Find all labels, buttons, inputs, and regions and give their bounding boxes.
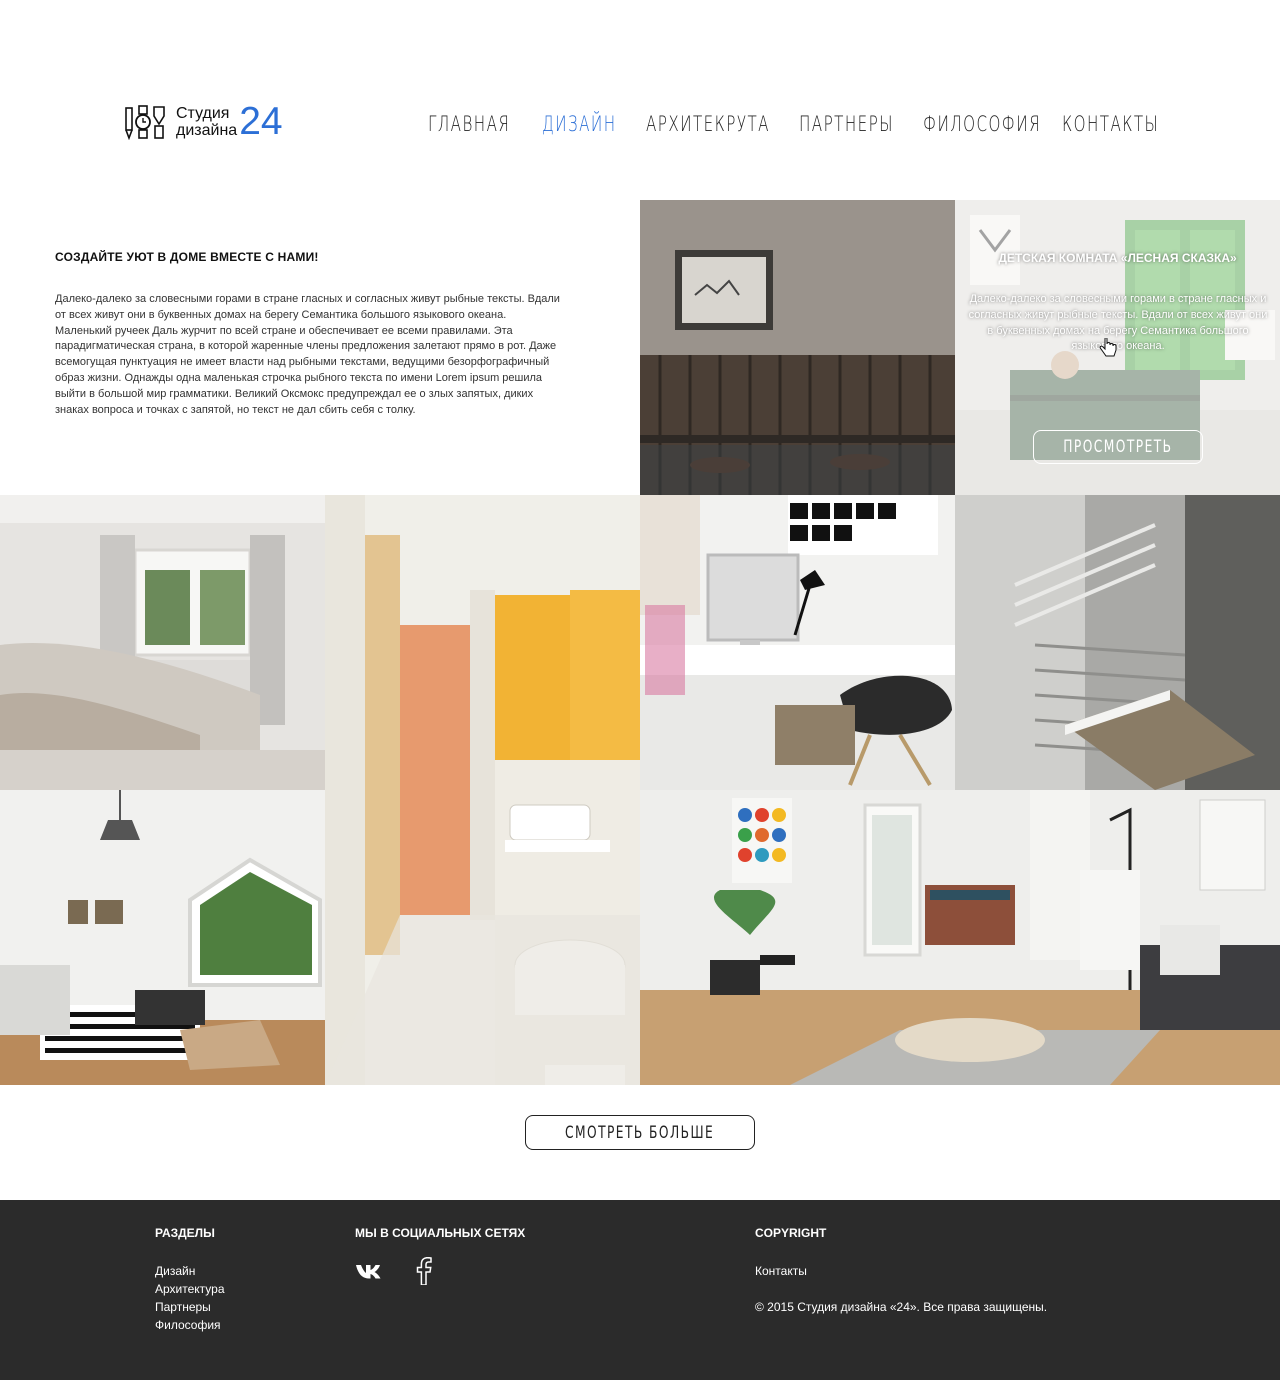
view-project-button-label: Просмотреть xyxy=(1063,437,1173,457)
photo-stairs[interactable] xyxy=(955,495,1280,790)
photo-living-room[interactable] xyxy=(0,790,325,1085)
nav-item-architecture[interactable]: Архитекрута xyxy=(646,112,770,136)
footer-social-title: МЫ В СОЦИАЛЬНЫХ СЕТЯХ xyxy=(355,1226,526,1240)
show-more-button[interactable]: Смотреть больше xyxy=(525,1115,755,1150)
main-nav: Главная Дизайн Архитекрута Партнеры Фило… xyxy=(0,112,1280,142)
footer-link-partners[interactable]: Партнеры xyxy=(155,1300,211,1314)
photo-scandi-living-room[interactable] xyxy=(640,790,1280,1085)
site-footer: РАЗДЕЛЫ Дизайн Архитектура Партнеры Фило… xyxy=(0,1200,1280,1380)
nav-item-partners[interactable]: Партнеры xyxy=(799,112,894,136)
intro-text: Далеко-далеко за словесными горами в стр… xyxy=(55,293,560,416)
view-project-button[interactable]: Просмотреть xyxy=(1033,430,1203,464)
show-more-button-label: Смотреть больше xyxy=(565,1122,715,1143)
footer-link-contacts[interactable]: Контакты xyxy=(755,1264,807,1278)
vk-icon[interactable] xyxy=(355,1256,385,1286)
footer-copyright-title: COPYRIGHT xyxy=(755,1226,827,1240)
facebook-icon[interactable] xyxy=(409,1256,439,1286)
footer-sections-title: РАЗДЕЛЫ xyxy=(155,1226,215,1240)
photo-office-desk[interactable] xyxy=(640,495,955,790)
nav-item-home[interactable]: Главная xyxy=(428,112,510,136)
featured-overlay: ДЕТСКАЯ КОМНАТА «ЛЕСНАЯ СКАЗКА» Далеко-д… xyxy=(955,200,1280,495)
copyright-text: © 2015 Студия дизайна «24». Все права за… xyxy=(755,1300,1048,1314)
hand-cursor-icon xyxy=(1099,337,1117,365)
footer-link-philosophy[interactable]: Философия xyxy=(155,1318,221,1332)
footer-link-architecture[interactable]: Архитектура xyxy=(155,1282,225,1296)
nav-item-design[interactable]: Дизайн xyxy=(542,112,617,136)
photo-bathroom[interactable] xyxy=(325,495,640,1085)
featured-text: Далеко-далеко за словесными горами в стр… xyxy=(968,293,1268,353)
intro-title: СОЗДАЙТЕ УЮТ В ДОМЕ ВМЕСТЕ С НАМИ! xyxy=(55,250,319,264)
featured-title: ДЕТСКАЯ КОМНАТА «ЛЕСНАЯ СКАЗКА» xyxy=(998,251,1237,265)
footer-link-design[interactable]: Дизайн xyxy=(155,1264,195,1278)
photo-kitchen-bar[interactable] xyxy=(640,200,955,495)
photo-bedroom[interactable] xyxy=(0,495,325,790)
nav-item-philosophy[interactable]: Философия xyxy=(923,112,1041,136)
nav-item-contacts[interactable]: Контакты xyxy=(1062,112,1159,136)
